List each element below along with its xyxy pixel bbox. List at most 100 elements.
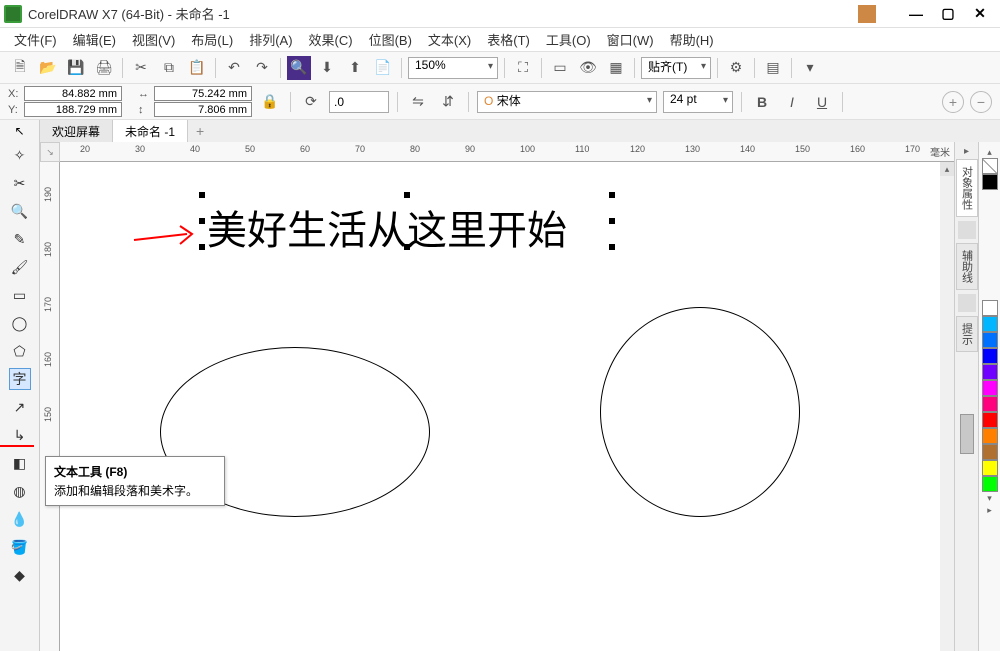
palette-expand-icon[interactable]: ▸ xyxy=(982,504,998,516)
artistic-text[interactable]: 美好生活从这里开始 xyxy=(207,198,567,256)
menu-layout[interactable]: 布局(L) xyxy=(185,28,239,51)
save-icon[interactable]: 💾 xyxy=(64,56,88,80)
app-manager-icon[interactable]: ▾ xyxy=(798,56,822,80)
menu-edit[interactable]: 编辑(E) xyxy=(67,28,122,51)
cut-icon[interactable]: ✂ xyxy=(129,56,153,80)
swatch[interactable] xyxy=(982,316,998,332)
mirror-h-icon[interactable]: ⇋ xyxy=(406,90,430,114)
export-icon[interactable]: ⬆ xyxy=(343,56,367,80)
menu-window[interactable]: 窗口(W) xyxy=(601,28,660,51)
connector-tool-icon[interactable]: ↳ xyxy=(9,424,31,446)
menu-view[interactable]: 视图(V) xyxy=(126,28,181,51)
selection-handle[interactable] xyxy=(609,244,615,250)
swatch[interactable] xyxy=(982,364,998,380)
menu-arrange[interactable]: 排列(A) xyxy=(243,28,298,51)
ellipse-shape[interactable] xyxy=(600,307,800,517)
add-button[interactable]: + xyxy=(942,91,964,113)
import-icon[interactable]: ⬇ xyxy=(315,56,339,80)
tab-welcome[interactable]: 欢迎屏幕 xyxy=(40,120,113,142)
lock-ratio-icon[interactable]: 🔒 xyxy=(258,90,282,114)
canvas[interactable]: 美好生活从这里开始 ▴ xyxy=(60,162,954,651)
menu-bitmaps[interactable]: 位图(B) xyxy=(363,28,418,51)
publish-icon[interactable]: 📄 xyxy=(371,56,395,80)
font-select[interactable]: O 宋体 xyxy=(477,91,657,113)
new-icon[interactable]: 🗎 xyxy=(8,56,32,80)
vertical-ruler[interactable]: 190 180 170 160 150 xyxy=(40,162,60,651)
text-tool-icon[interactable]: 字 xyxy=(9,368,31,390)
menu-effects[interactable]: 效果(C) xyxy=(303,28,359,51)
crop-tool-icon[interactable]: ✂ xyxy=(9,172,31,194)
remove-button[interactable]: − xyxy=(970,91,992,113)
swatch[interactable] xyxy=(982,332,998,348)
docker-hints[interactable]: 提示 xyxy=(956,316,978,352)
docker-menu-icon[interactable]: ▸ xyxy=(964,146,969,157)
menu-help[interactable]: 帮助(H) xyxy=(664,28,720,51)
horizontal-ruler[interactable]: 20 30 40 50 60 70 80 90 100 110 120 130 … xyxy=(60,142,954,162)
palette-up-icon[interactable]: ▴ xyxy=(982,146,998,158)
docker-scrollbar[interactable] xyxy=(960,414,974,454)
ruler-corner[interactable]: ↘ xyxy=(40,142,60,162)
menu-table[interactable]: 表格(T) xyxy=(481,28,536,51)
docker-icon[interactable] xyxy=(958,294,976,312)
height-input[interactable] xyxy=(154,102,252,117)
minimize-button[interactable]: — xyxy=(900,3,932,25)
swatch-none[interactable] xyxy=(982,158,998,174)
tab-document[interactable]: 未命名 -1 xyxy=(113,120,188,142)
menu-text[interactable]: 文本(X) xyxy=(422,28,477,51)
swatch[interactable] xyxy=(982,412,998,428)
interactive-fill-icon[interactable]: 🪣 xyxy=(9,536,31,558)
swatch[interactable] xyxy=(982,428,998,444)
polygon-tool-icon[interactable]: ⬠ xyxy=(9,340,31,362)
palette-down-icon[interactable]: ▾ xyxy=(982,492,998,504)
vertical-scrollbar[interactable]: ▴ xyxy=(940,162,954,651)
redo-icon[interactable]: ↷ xyxy=(250,56,274,80)
artistic-media-icon[interactable]: 🖌 xyxy=(9,256,31,278)
rotation-input[interactable] xyxy=(329,91,389,113)
drop-shadow-icon[interactable]: ◧ xyxy=(9,452,31,474)
y-input[interactable] xyxy=(24,102,122,117)
copy-icon[interactable]: ⧉ xyxy=(157,56,181,80)
italic-icon[interactable]: I xyxy=(780,90,804,114)
pick-tool-top[interactable]: ↖ xyxy=(0,120,40,142)
selection-handle[interactable] xyxy=(199,192,205,198)
rectangle-tool-icon[interactable]: ▭ xyxy=(9,284,31,306)
docker-object-properties[interactable]: 对象属性 xyxy=(956,159,978,217)
zoom-select[interactable]: 150% xyxy=(408,57,498,79)
shape-tool-icon[interactable]: ✧ xyxy=(9,144,31,166)
launch-icon[interactable]: ▤ xyxy=(761,56,785,80)
smart-fill-icon[interactable]: ◆ xyxy=(9,564,31,586)
eyedropper-tool-icon[interactable]: 💧 xyxy=(9,508,31,530)
menu-file[interactable]: 文件(F) xyxy=(8,28,63,51)
user-icon[interactable] xyxy=(858,5,876,23)
snap-select[interactable]: 贴齐(T) xyxy=(641,57,711,79)
swatch[interactable] xyxy=(982,174,998,190)
width-input[interactable] xyxy=(154,86,252,101)
bold-icon[interactable]: B xyxy=(750,90,774,114)
maximize-button[interactable]: ▢ xyxy=(932,3,964,25)
mirror-v-icon[interactable]: ⇵ xyxy=(436,90,460,114)
search-icon[interactable]: 🔍 xyxy=(287,56,311,80)
freehand-tool-icon[interactable]: ✎ xyxy=(9,228,31,250)
swatch[interactable] xyxy=(982,348,998,364)
zoom-tool-icon[interactable]: 🔍 xyxy=(9,200,31,222)
swatch[interactable] xyxy=(982,300,998,316)
swatch[interactable] xyxy=(982,460,998,476)
open-icon[interactable]: 📂 xyxy=(36,56,60,80)
swatch[interactable] xyxy=(982,396,998,412)
fullscreen-icon[interactable]: ⛶ xyxy=(511,56,535,80)
parallel-dim-icon[interactable]: ↗ xyxy=(9,396,31,418)
undo-icon[interactable]: ↶ xyxy=(222,56,246,80)
underline-icon[interactable]: U xyxy=(810,90,834,114)
close-button[interactable]: ✕ xyxy=(964,3,996,25)
swatch[interactable] xyxy=(982,380,998,396)
scroll-up-icon[interactable]: ▴ xyxy=(940,162,954,176)
swatch[interactable] xyxy=(982,476,998,492)
docker-icon[interactable] xyxy=(958,221,976,239)
add-tab-button[interactable]: + xyxy=(188,120,212,142)
transparency-tool-icon[interactable]: ◍ xyxy=(9,480,31,502)
swatch[interactable] xyxy=(982,444,998,460)
x-input[interactable] xyxy=(24,86,122,101)
paste-icon[interactable]: 📋 xyxy=(185,56,209,80)
print-icon[interactable]: 🖨 xyxy=(92,56,116,80)
fontsize-select[interactable]: 24 pt xyxy=(663,91,733,113)
